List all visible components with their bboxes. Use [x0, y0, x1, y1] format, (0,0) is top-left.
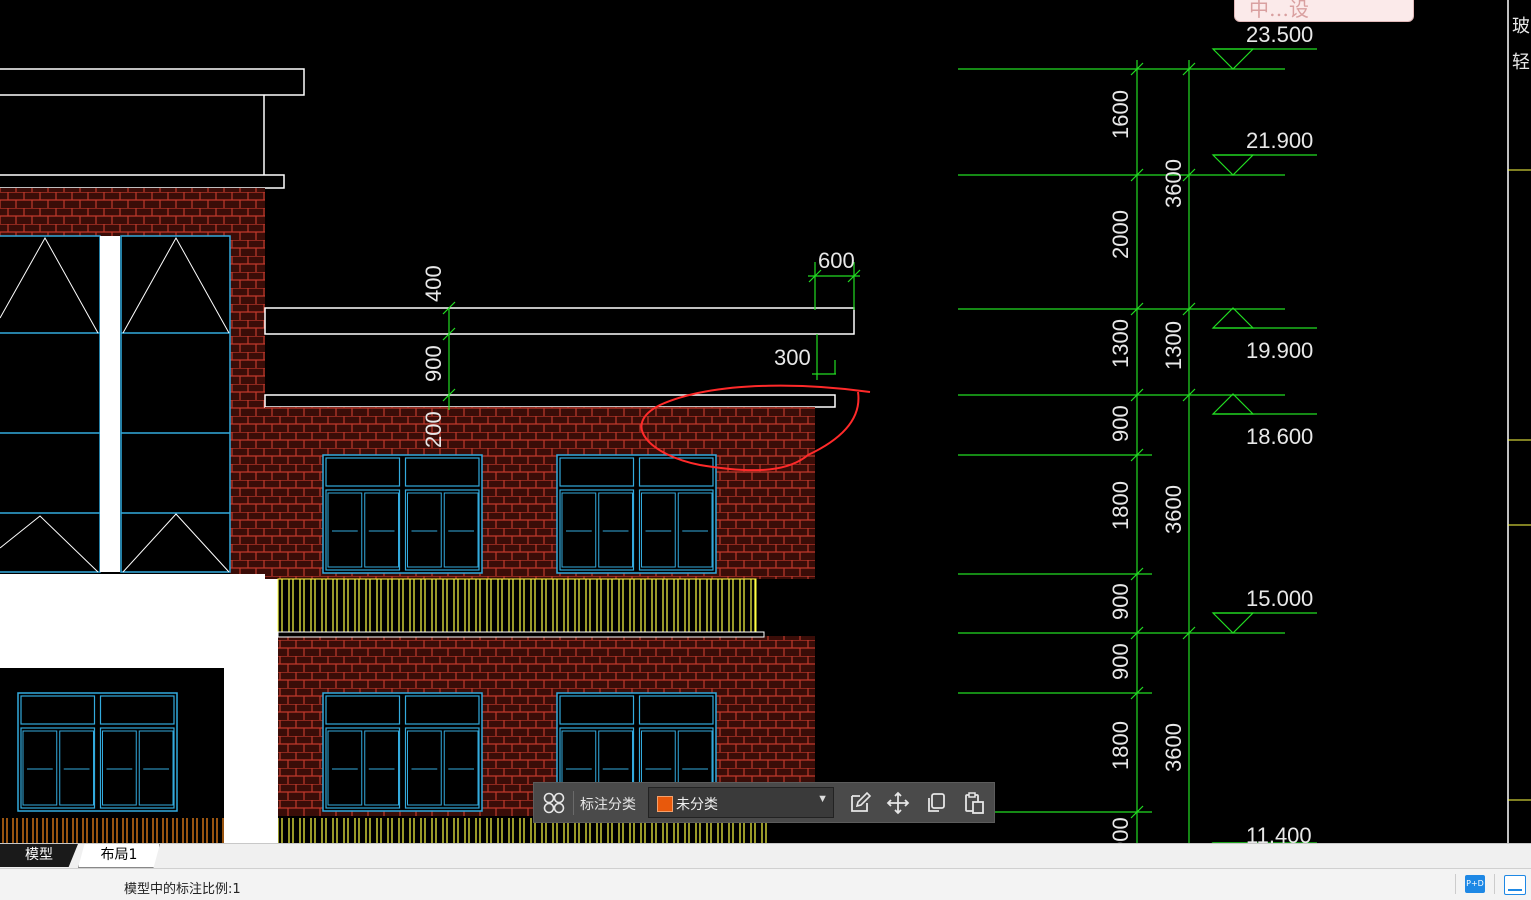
status-separator	[1455, 874, 1456, 894]
curtain-window-right	[120, 235, 231, 573]
edit-icon[interactable]	[848, 791, 872, 815]
dim-text-inner: 1800	[1108, 721, 1133, 770]
dim-text-inner: 900	[1108, 405, 1133, 442]
category-color-swatch	[657, 796, 673, 812]
elevation-label: 21.900	[1246, 128, 1313, 153]
move-icon[interactable]	[886, 791, 910, 815]
elevation-triangle	[1211, 307, 1255, 329]
edge-char-2: 轻	[1512, 52, 1530, 72]
white-pier	[100, 236, 120, 572]
category-select[interactable]: 未分类 ▼	[648, 787, 834, 818]
drawing-canvas[interactable]: 600 300 400 900 200 1600 2000 1300 900 1800 9…	[0, 0, 1531, 843]
category-select-value: 未分类	[676, 797, 718, 813]
window-unit	[556, 454, 717, 574]
balcony-railing-upper	[277, 578, 765, 638]
dim-600: 600	[818, 248, 855, 273]
watermark-text: 中…设	[1249, 0, 1309, 21]
elevation-label: 23.500	[1246, 22, 1313, 47]
dim-text-inner: 1800	[1108, 481, 1133, 530]
status-bar: 模型中的标注比例:1 P+D	[0, 868, 1531, 900]
paste-icon[interactable]	[962, 791, 986, 815]
dim-text-inner: 900	[1108, 583, 1133, 620]
dim-text-inner: 1300	[1108, 319, 1133, 368]
elevation-triangle	[1211, 393, 1255, 415]
dim-200: 200	[421, 411, 446, 448]
elevation-markers: 23.500 21.900 19.900 18.600 15.000 11.400	[1211, 22, 1317, 843]
copy-icon[interactable]	[924, 791, 948, 815]
elevation-label: 19.900	[1246, 338, 1313, 363]
dim-300: 300	[774, 345, 811, 370]
tab-model[interactable]: 模型	[0, 844, 78, 867]
dim-900: 900	[421, 345, 446, 382]
elevation-triangle	[1211, 612, 1255, 634]
elevation-label: 18.600	[1246, 424, 1313, 449]
elevation-label: 11.400	[1246, 823, 1312, 843]
dim-text-outer: 3600	[1161, 159, 1186, 208]
elevation-label: 15.000	[1246, 586, 1313, 611]
category-label: 标注分类	[580, 797, 636, 813]
chevron-down-icon: ▼	[817, 793, 828, 805]
annotation-scale-text: 模型中的标注比例:1	[124, 882, 241, 897]
tab-layout1[interactable]: 布局1	[78, 844, 160, 868]
panel-toggle-icon[interactable]	[1504, 875, 1526, 895]
dim-text-outer: 1300	[1161, 321, 1186, 370]
elevation-triangle	[1211, 154, 1255, 176]
elevation-triangle	[1211, 48, 1255, 70]
dim-text-inner: 900	[1108, 643, 1133, 680]
window-unit	[322, 692, 483, 812]
canopy-slab	[264, 307, 855, 408]
pd-toggle-button[interactable]: P+D	[1465, 875, 1485, 893]
window-unit	[17, 692, 178, 812]
dim-text-outer: 3600	[1161, 723, 1186, 772]
curtain-window-left	[0, 235, 101, 573]
dim-text-inner: 2000	[1108, 210, 1133, 259]
grid-icon[interactable]	[542, 791, 566, 815]
layout-tab-bar: 模型 布局1	[0, 843, 1531, 869]
dimension-lines-left	[442, 262, 861, 410]
dimension-text-right: 1600 2000 1300 900 1800 900 900 1800 900 3600 1300…	[1108, 90, 1186, 843]
dim-400: 400	[421, 265, 446, 302]
orange-railing	[0, 818, 224, 843]
dim-text-outer: 3600	[1161, 485, 1186, 534]
status-separator	[1494, 874, 1495, 894]
toolbar-separator	[573, 791, 574, 815]
annotation-toolbar: 标注分类 未分类 ▼	[533, 782, 995, 823]
window-unit	[322, 454, 483, 574]
dim-text-inner: 1600	[1108, 90, 1133, 139]
title-block-edge	[1507, 0, 1531, 843]
watermark-badge: 中…设	[1234, 0, 1414, 22]
dim-text-inner: 900	[1108, 817, 1133, 843]
edge-char-1: 玻	[1512, 16, 1530, 36]
roof-cornice	[0, 68, 305, 189]
